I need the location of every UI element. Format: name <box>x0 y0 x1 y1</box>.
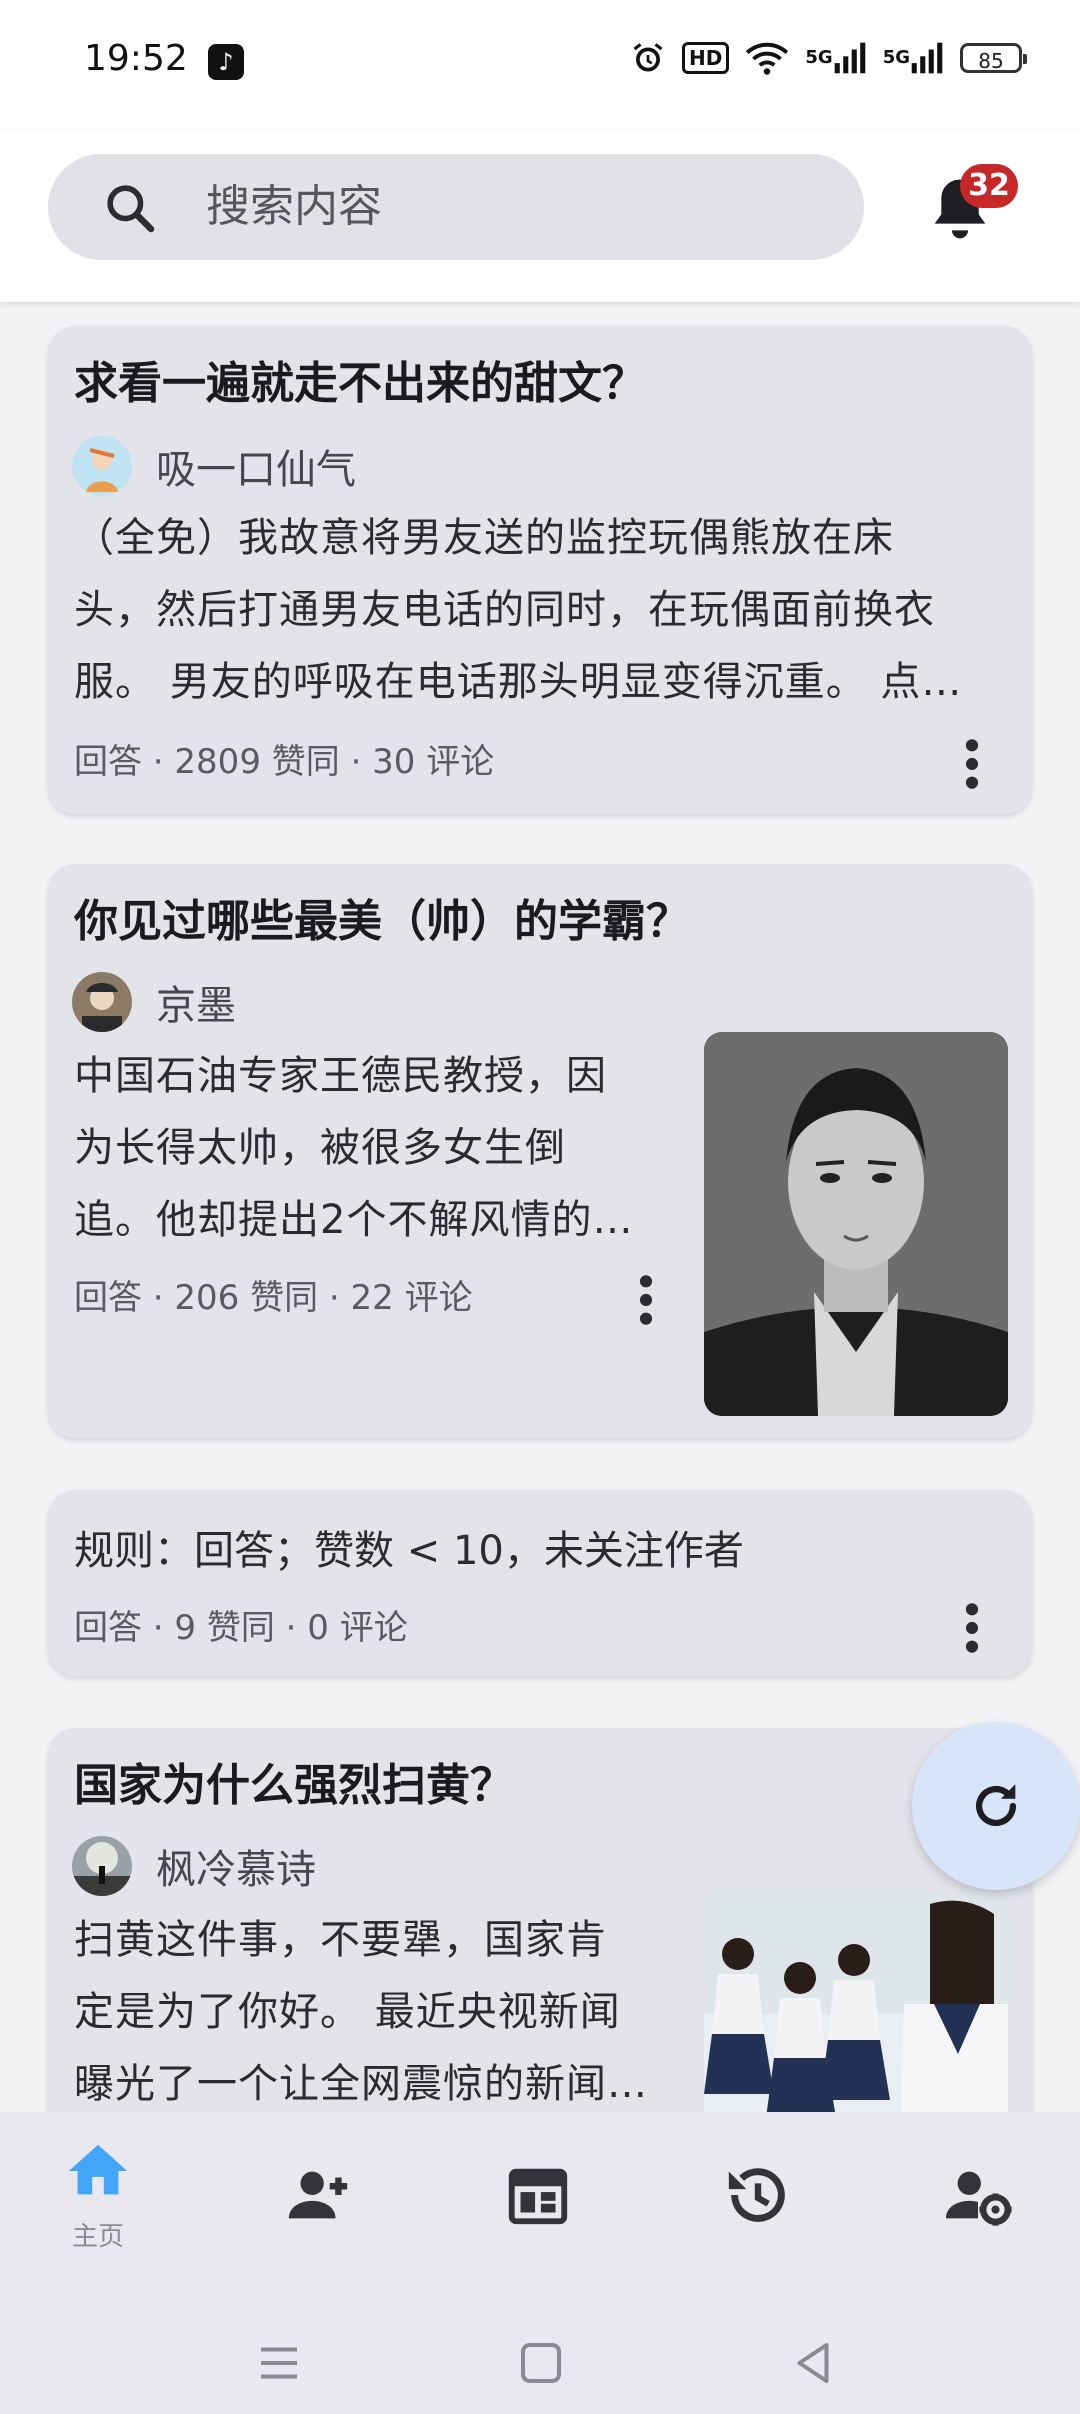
history-icon <box>728 2168 785 2222</box>
excerpt-line: 追。他却提出2个不解风情的… <box>74 1197 634 1243</box>
author-name: 吸一口仙气 <box>156 447 356 493</box>
excerpt-line: 服。 男友的呼吸在电话那头明显变得沉重。 点… <box>74 659 963 705</box>
feed-card[interactable]: 规则：回答；赞数 < 10，未关注作者 回答 · 9 赞同 · 0 评论 <box>48 1490 1032 1676</box>
refresh-button[interactable] <box>912 1722 1080 1890</box>
bottom-navigation: 主页 <box>0 2112 1080 2312</box>
add-user-icon <box>288 2171 348 2219</box>
nav-user-settings[interactable] <box>918 2136 1038 2286</box>
card-excerpt[interactable]: 中国石油专家王德民教授，因 为长得太帅，被很多女生倒 追。他却提出2个不解风情的… <box>74 1040 674 1256</box>
feed-card[interactable]: 你见过哪些最美（帅）的学霸？ 京墨 中国石油专家王德民教授，因 为长得太帅，被很… <box>48 864 1032 1438</box>
user-settings-icon <box>945 2171 1012 2226</box>
author-name: 京墨 <box>156 983 236 1029</box>
wifi-icon <box>745 40 789 76</box>
more-vert-icon[interactable] <box>626 1272 666 1328</box>
search-input[interactable]: 搜索内容 <box>48 154 864 260</box>
nav-add-user[interactable] <box>258 2136 378 2286</box>
feed-card[interactable]: 求看一遍就走不出来的甜文？ 吸一口仙气 （全免）我故意将男友送的监控玩偶熊放在床… <box>48 326 1032 814</box>
excerpt-line: 头，然后打通男友电话的同时，在玩偶面前换衣 <box>74 587 935 633</box>
avatar <box>72 1836 132 1896</box>
home-square-icon[interactable] <box>514 2336 568 2390</box>
status-bar: 19:52 ♪ HD 5G 5G 85 <box>0 0 1080 130</box>
avatar <box>72 972 132 1032</box>
hd-icon: HD <box>682 42 730 74</box>
excerpt-line: 定是为了你好。 最近央视新闻 <box>74 1989 621 2035</box>
more-vert-icon[interactable] <box>952 1600 992 1656</box>
card-title[interactable]: 你见过哪些最美（帅）的学霸？ <box>74 894 690 950</box>
status-icons: HD 5G 5G 85 <box>630 40 1027 76</box>
calendar-icon <box>508 2168 568 2225</box>
home-icon <box>68 2144 128 2195</box>
signal-5g-icon: 5G <box>883 41 944 75</box>
refresh-icon <box>975 1784 1017 1827</box>
search-icon <box>107 185 155 233</box>
card-title[interactable]: 国家为什么强烈扫黄？ <box>74 1758 514 1814</box>
excerpt-line: （全免）我故意将男友送的监控玩偶熊放在床 <box>74 515 894 561</box>
author-name: 枫冷慕诗 <box>156 1847 316 1893</box>
search-placeholder: 搜索内容 <box>206 181 382 232</box>
card-meta: 回答 · 2809 赞同 · 30 评论 <box>74 742 495 782</box>
alarm-icon <box>630 40 666 76</box>
tiktok-icon: ♪ <box>208 44 244 80</box>
card-excerpt[interactable]: （全免）我故意将男友送的监控玩偶熊放在床 头，然后打通男友电话的同时，在玩偶面前… <box>74 502 1014 718</box>
notification-badge: 32 <box>960 164 1018 208</box>
nav-label-home: 主页 <box>71 2222 124 2252</box>
card-meta: 回答 · 206 赞同 · 22 评论 <box>74 1278 473 1318</box>
author-row[interactable]: 枫冷慕诗 <box>72 1834 316 1898</box>
article-thumbnail[interactable] <box>704 1894 1008 2112</box>
battery-icon: 85 <box>960 43 1027 73</box>
article-thumbnail[interactable] <box>704 1032 1008 1416</box>
excerpt-line: 曝光了一个让全网震惊的新闻… <box>74 2061 648 2107</box>
system-navigation-bar <box>0 2312 1080 2414</box>
avatar <box>72 436 132 496</box>
nav-home[interactable]: 主页 <box>38 2136 158 2286</box>
signal-5g-icon: 5G <box>805 41 866 75</box>
nav-calendar[interactable] <box>478 2136 598 2286</box>
status-time: 19:52 <box>84 38 188 79</box>
excerpt-line: 扫黄这件事，不要犟，国家肯 <box>74 1917 607 1963</box>
search-header: 搜索内容 32 <box>0 130 1080 302</box>
menu-icon[interactable] <box>252 2336 306 2390</box>
network-type: 5G <box>882 47 910 68</box>
card-meta: 回答 · 9 赞同 · 0 评论 <box>74 1608 408 1648</box>
rule-text: 规则：回答；赞数 < 10，未关注作者 <box>74 1528 744 1574</box>
author-row[interactable]: 京墨 <box>72 970 236 1034</box>
back-icon[interactable] <box>786 2336 840 2390</box>
card-excerpt[interactable]: 扫黄这件事，不要犟，国家肯 定是为了你好。 最近央视新闻 曝光了一个让全网震惊的… <box>74 1904 674 2112</box>
feed-card[interactable]: 国家为什么强烈扫黄？ 枫冷慕诗 扫黄这件事，不要犟，国家肯 定是为了你好。 最近… <box>48 1728 1032 2112</box>
network-type: 5G <box>805 47 833 68</box>
excerpt-line: 中国石油专家王德民教授，因 <box>74 1053 607 1099</box>
author-row[interactable]: 吸一口仙气 <box>72 434 356 498</box>
nav-history[interactable] <box>698 2136 818 2286</box>
excerpt-line: 为长得太帅，被很多女生倒 <box>74 1125 566 1171</box>
feed-list[interactable]: 求看一遍就走不出来的甜文？ 吸一口仙气 （全免）我故意将男友送的监控玩偶熊放在床… <box>0 302 1080 2112</box>
more-vert-icon[interactable] <box>952 736 992 792</box>
card-title[interactable]: 求看一遍就走不出来的甜文？ <box>74 356 646 412</box>
